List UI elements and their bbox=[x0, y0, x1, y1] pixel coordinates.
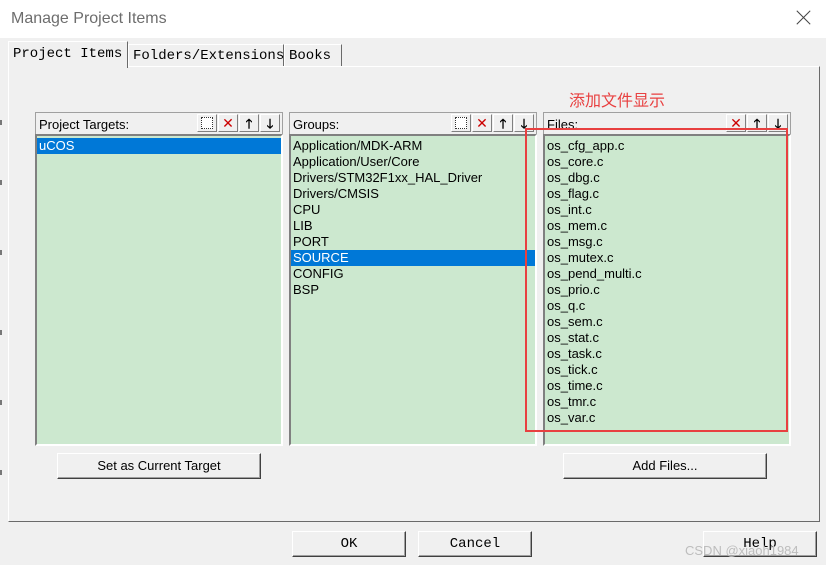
project-targets-label: Project Targets: bbox=[39, 117, 130, 132]
arrow-up-icon: 🡑 bbox=[499, 115, 507, 131]
watermark: CSDN @xiaoh1984 bbox=[685, 543, 799, 558]
list-item[interactable]: os_prio.c bbox=[545, 282, 789, 298]
files-header: Files: ✕ 🡑 🡓 bbox=[543, 112, 791, 135]
delete-group-button[interactable]: ✕ bbox=[472, 114, 492, 132]
arrow-up-icon: 🡑 bbox=[753, 115, 761, 131]
list-item[interactable]: BSP bbox=[291, 282, 535, 298]
files-list[interactable]: os_cfg_app.c os_core.c os_dbg.c os_flag.… bbox=[543, 134, 791, 446]
list-item[interactable]: os_core.c bbox=[545, 154, 789, 170]
new-target-button[interactable] bbox=[197, 114, 217, 132]
list-item[interactable]: os_cfg_app.c bbox=[545, 138, 789, 154]
list-item[interactable]: os_var.c bbox=[545, 410, 789, 426]
delete-icon: ✕ bbox=[730, 115, 742, 131]
move-file-down-button[interactable]: 🡓 bbox=[768, 114, 788, 132]
list-item[interactable]: os_tmr.c bbox=[545, 394, 789, 410]
tab-folders-extensions[interactable]: Folders/Extensions bbox=[128, 44, 284, 67]
set-current-target-button[interactable]: Set as Current Target bbox=[57, 453, 261, 479]
tab-books[interactable]: Books bbox=[284, 44, 342, 67]
list-item[interactable]: os_mutex.c bbox=[545, 250, 789, 266]
list-item[interactable]: CPU bbox=[291, 202, 535, 218]
arrow-down-icon: 🡓 bbox=[520, 115, 528, 131]
list-item[interactable]: os_dbg.c bbox=[545, 170, 789, 186]
groups-header: Groups: ✕ 🡑 🡓 bbox=[289, 112, 537, 135]
list-item[interactable]: os_tick.c bbox=[545, 362, 789, 378]
list-item[interactable]: os_task.c bbox=[545, 346, 789, 362]
project-targets-panel: Project Targets: ✕ 🡑 🡓 uCOS bbox=[35, 112, 283, 446]
list-item[interactable]: os_sem.c bbox=[545, 314, 789, 330]
delete-file-button[interactable]: ✕ bbox=[726, 114, 746, 132]
delete-target-button[interactable]: ✕ bbox=[218, 114, 238, 132]
delete-icon: ✕ bbox=[222, 115, 234, 131]
list-item[interactable]: uCOS bbox=[37, 138, 281, 154]
move-group-down-button[interactable]: 🡓 bbox=[514, 114, 534, 132]
delete-icon: ✕ bbox=[476, 115, 488, 131]
title-bar: Manage Project Items bbox=[0, 0, 826, 38]
list-item[interactable]: os_msg.c bbox=[545, 234, 789, 250]
arrow-down-icon: 🡓 bbox=[774, 115, 782, 131]
project-targets-header: Project Targets: ✕ 🡑 🡓 bbox=[35, 112, 283, 135]
groups-list[interactable]: Application/MDK-ARM Application/User/Cor… bbox=[289, 134, 537, 446]
cancel-button[interactable]: Cancel bbox=[418, 531, 532, 557]
list-item[interactable]: CONFIG bbox=[291, 266, 535, 282]
list-item[interactable]: Application/User/Core bbox=[291, 154, 535, 170]
ok-button[interactable]: OK bbox=[292, 531, 406, 557]
move-file-up-button[interactable]: 🡑 bbox=[747, 114, 767, 132]
targets-list[interactable]: uCOS bbox=[35, 134, 283, 446]
move-target-up-button[interactable]: 🡑 bbox=[239, 114, 259, 132]
list-item[interactable]: PORT bbox=[291, 234, 535, 250]
tab-project-items[interactable]: Project Items bbox=[8, 41, 128, 68]
groups-label: Groups: bbox=[293, 117, 340, 132]
move-group-up-button[interactable]: 🡑 bbox=[493, 114, 513, 132]
list-item[interactable]: Application/MDK-ARM bbox=[291, 138, 535, 154]
arrow-up-icon: 🡑 bbox=[245, 115, 253, 131]
new-group-button[interactable] bbox=[451, 114, 471, 132]
list-item[interactable]: os_stat.c bbox=[545, 330, 789, 346]
groups-panel: Groups: ✕ 🡑 🡓 Application/MDK-ARM Applic… bbox=[289, 112, 537, 446]
list-item[interactable]: Drivers/STM32F1xx_HAL_Driver bbox=[291, 170, 535, 186]
list-item[interactable]: LIB bbox=[291, 218, 535, 234]
close-icon[interactable] bbox=[796, 9, 812, 25]
annotation-text: 添加文件显示 bbox=[569, 91, 666, 110]
list-item[interactable]: Drivers/CMSIS bbox=[291, 186, 535, 202]
list-item[interactable]: SOURCE bbox=[291, 250, 535, 266]
list-item[interactable]: os_int.c bbox=[545, 202, 789, 218]
new-item-icon bbox=[455, 117, 467, 129]
add-files-button[interactable]: Add Files... bbox=[563, 453, 767, 479]
list-item[interactable]: os_flag.c bbox=[545, 186, 789, 202]
new-item-icon bbox=[201, 117, 213, 129]
list-item[interactable]: os_mem.c bbox=[545, 218, 789, 234]
window-title: Manage Project Items bbox=[11, 10, 167, 27]
files-panel: Files: ✕ 🡑 🡓 os_cfg_app.c os_core.c os_d… bbox=[543, 112, 791, 446]
list-item[interactable]: os_q.c bbox=[545, 298, 789, 314]
files-label: Files: bbox=[547, 117, 579, 132]
arrow-down-icon: 🡓 bbox=[266, 115, 274, 131]
list-item[interactable]: os_pend_multi.c bbox=[545, 266, 789, 282]
list-item[interactable]: os_time.c bbox=[545, 378, 789, 394]
move-target-down-button[interactable]: 🡓 bbox=[260, 114, 280, 132]
